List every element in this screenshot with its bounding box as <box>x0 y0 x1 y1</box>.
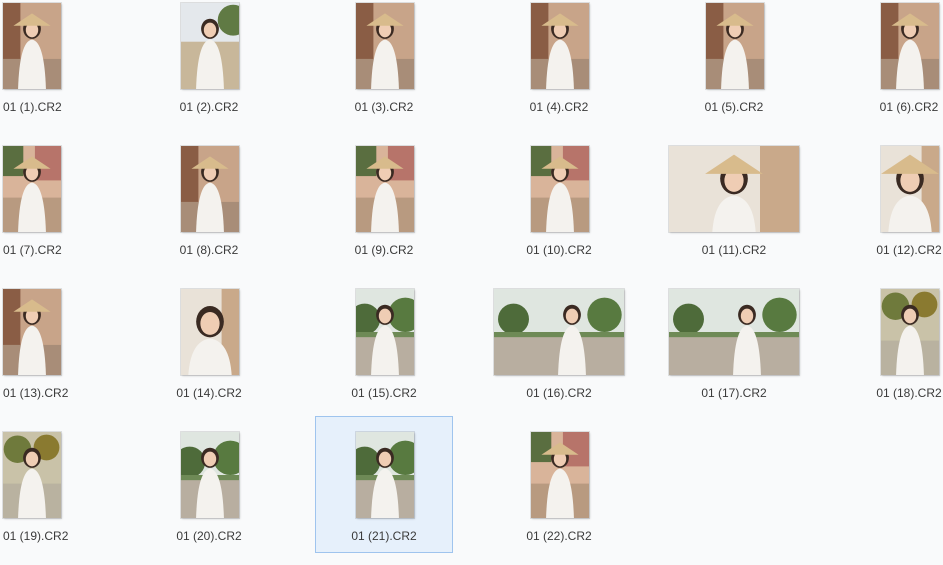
file-item[interactable]: 01 (14).CR2 <box>140 286 278 422</box>
file-item[interactable]: 01 (4).CR2 <box>490 0 628 136</box>
file-item[interactable]: 01 (2).CR2 <box>140 0 278 136</box>
thumbnail-area <box>1 287 137 377</box>
thumbnail-area <box>491 144 627 234</box>
file-name-label: 01 (20).CR2 <box>176 529 242 543</box>
photo-thumbnail[interactable] <box>356 432 414 518</box>
photo-thumbnail[interactable] <box>669 146 799 232</box>
photo-thumbnail[interactable] <box>3 3 61 89</box>
file-name-label: 01 (4).CR2 <box>529 100 589 114</box>
thumbnail-area <box>316 430 452 520</box>
photo-thumbnail[interactable] <box>706 3 764 89</box>
file-item[interactable]: 01 (21).CR2 <box>315 416 453 553</box>
thumbnail-area <box>841 287 943 377</box>
file-item[interactable]: 01 (22).CR2 <box>490 429 628 565</box>
thumbnail-area <box>841 1 943 91</box>
thumbnail-area <box>666 144 802 234</box>
thumbnail-area <box>491 430 627 520</box>
thumbnail-area <box>141 144 277 234</box>
file-name-label: 01 (9).CR2 <box>354 243 414 257</box>
thumbnail-area <box>316 1 452 91</box>
photo-thumbnail[interactable] <box>356 146 414 232</box>
file-name-label: 01 (16).CR2 <box>526 386 592 400</box>
photo-thumbnail[interactable] <box>881 3 939 89</box>
photo-thumbnail[interactable] <box>3 289 61 375</box>
thumbnail-area <box>1 144 137 234</box>
file-item[interactable]: 01 (13).CR2 <box>0 286 138 422</box>
file-name-label: 01 (17).CR2 <box>701 386 767 400</box>
photo-thumbnail[interactable] <box>669 289 799 375</box>
file-name-label: 01 (19).CR2 <box>3 529 69 543</box>
file-item[interactable]: 01 (1).CR2 <box>0 0 138 136</box>
photo-thumbnail[interactable] <box>881 289 939 375</box>
file-item[interactable]: 01 (20).CR2 <box>140 429 278 565</box>
thumbnail-area <box>141 287 277 377</box>
file-name-label: 01 (13).CR2 <box>3 386 69 400</box>
photo-thumbnail[interactable] <box>3 146 61 232</box>
thumbnail-area <box>841 144 943 234</box>
thumbnail-area <box>491 287 627 377</box>
file-name-label: 01 (11).CR2 <box>701 243 767 257</box>
file-name-label: 01 (12).CR2 <box>876 243 942 257</box>
file-item[interactable]: 01 (3).CR2 <box>315 0 453 136</box>
file-item[interactable]: 01 (8).CR2 <box>140 143 278 279</box>
thumbnail-area <box>666 287 802 377</box>
photo-thumbnail[interactable] <box>181 432 239 518</box>
file-item[interactable]: 01 (12).CR2 <box>840 143 943 279</box>
file-name-label: 01 (7).CR2 <box>3 243 62 257</box>
thumbnail-area <box>141 1 277 91</box>
thumbnail-area <box>666 1 802 91</box>
file-name-label: 01 (2).CR2 <box>179 100 239 114</box>
photo-thumbnail[interactable] <box>531 146 589 232</box>
file-name-label: 01 (18).CR2 <box>876 386 942 400</box>
file-item[interactable]: 01 (6).CR2 <box>840 0 943 136</box>
file-name-label: 01 (5).CR2 <box>704 100 764 114</box>
thumbnail-area <box>1 1 137 91</box>
file-grid: 01 (1).CR2 01 (2).CR2 01 (3).CR2 01 (4).… <box>0 0 943 556</box>
file-item[interactable]: 01 (7).CR2 <box>0 143 138 279</box>
file-item[interactable]: 01 (9).CR2 <box>315 143 453 279</box>
thumbnail-area <box>316 287 452 377</box>
file-name-label: 01 (1).CR2 <box>3 100 62 114</box>
thumbnail-area <box>1 430 137 520</box>
photo-thumbnail[interactable] <box>881 146 939 232</box>
file-item[interactable]: 01 (15).CR2 <box>315 286 453 422</box>
file-name-label: 01 (10).CR2 <box>526 243 592 257</box>
photo-thumbnail[interactable] <box>531 3 589 89</box>
thumbnail-area <box>491 1 627 91</box>
thumbnail-area <box>316 144 452 234</box>
file-item[interactable]: 01 (11).CR2 <box>665 143 803 279</box>
photo-thumbnail[interactable] <box>181 146 239 232</box>
file-name-label: 01 (14).CR2 <box>176 386 242 400</box>
photo-thumbnail[interactable] <box>531 432 589 518</box>
photo-thumbnail[interactable] <box>181 3 239 89</box>
file-name-label: 01 (8).CR2 <box>179 243 239 257</box>
photo-thumbnail[interactable] <box>181 289 239 375</box>
photo-thumbnail[interactable] <box>3 432 61 518</box>
photo-thumbnail[interactable] <box>356 289 414 375</box>
photo-thumbnail[interactable] <box>494 289 624 375</box>
file-name-label: 01 (22).CR2 <box>526 529 592 543</box>
file-name-label: 01 (3).CR2 <box>354 100 414 114</box>
file-name-label: 01 (21).CR2 <box>351 529 417 543</box>
file-item[interactable]: 01 (5).CR2 <box>665 0 803 136</box>
photo-thumbnail[interactable] <box>356 3 414 89</box>
thumbnail-area <box>141 430 277 520</box>
file-name-label: 01 (15).CR2 <box>351 386 417 400</box>
file-item[interactable]: 01 (17).CR2 <box>665 286 803 422</box>
file-name-label: 01 (6).CR2 <box>879 100 939 114</box>
file-item[interactable]: 01 (19).CR2 <box>0 429 138 565</box>
file-item[interactable]: 01 (16).CR2 <box>490 286 628 422</box>
file-item[interactable]: 01 (10).CR2 <box>490 143 628 279</box>
file-item[interactable]: 01 (18).CR2 <box>840 286 943 422</box>
